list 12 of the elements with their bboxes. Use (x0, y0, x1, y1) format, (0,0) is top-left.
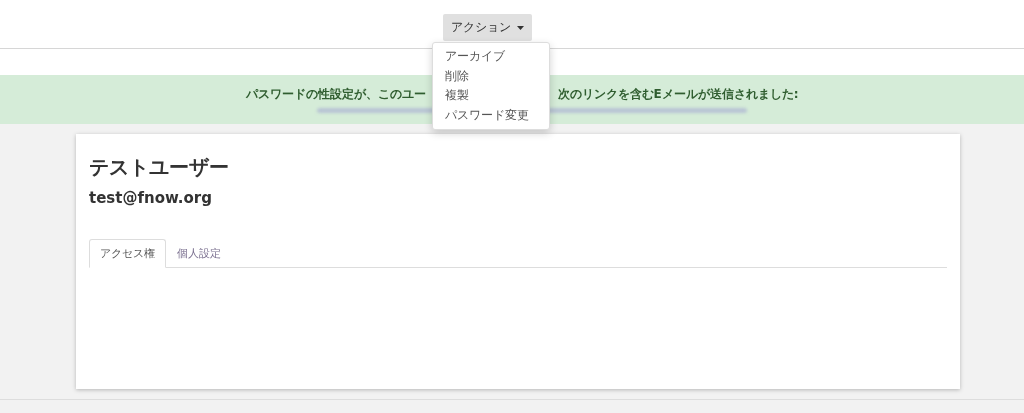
menu-item[interactable]: 削除 (433, 66, 549, 86)
caret-icon (516, 25, 524, 30)
action-button[interactable]: アクション (442, 14, 532, 41)
user-name: テストユーザー (89, 154, 230, 180)
tab[interactable]: アクセス権 (89, 239, 166, 268)
menu-item[interactable]: アーカイブ (433, 47, 549, 67)
user-email: test@fnow.org (89, 189, 213, 207)
tab[interactable]: 個人設定 (166, 239, 232, 268)
alert-text: パスワードの性設定が、このユー (245, 86, 426, 103)
alert-text: 次のリンクを含むEメールが送信されました: (557, 86, 799, 103)
menu-item[interactable]: パスワード変更 (433, 105, 549, 125)
menu-item[interactable]: 複製 (433, 86, 549, 106)
